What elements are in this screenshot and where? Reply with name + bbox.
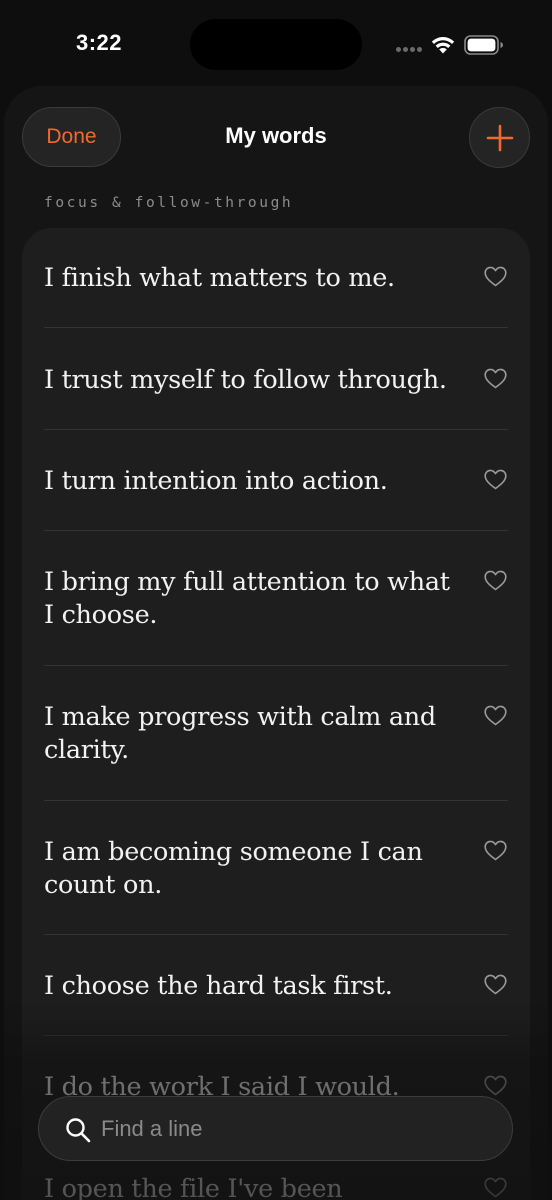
dynamic-island — [190, 19, 362, 70]
heart-icon[interactable] — [484, 469, 507, 490]
heart-icon[interactable] — [484, 266, 507, 287]
row-divider — [44, 934, 508, 935]
status-bar: 3:22 — [0, 0, 552, 88]
affirmations-list: I finish what matters to me. I trust myse… — [22, 228, 530, 1200]
search-input[interactable] — [101, 1107, 491, 1151]
affirmation-text: I bring my full attention to what I choo… — [44, 567, 450, 630]
row-divider — [44, 665, 508, 666]
affirmation-text: I turn intention into action. — [44, 466, 388, 496]
section-label: focus & follow-through — [44, 195, 294, 211]
affirmation-text: I am becoming someone I can count on. — [44, 837, 423, 900]
plus-icon — [486, 124, 513, 151]
search-icon — [66, 1118, 91, 1143]
heart-icon[interactable] — [484, 1177, 507, 1198]
wifi-icon — [431, 37, 455, 54]
row-divider — [44, 327, 508, 328]
heart-icon[interactable] — [484, 840, 507, 861]
affirmation-text: I make progress with calm and clarity. — [44, 702, 436, 765]
heart-icon[interactable] — [484, 1075, 507, 1096]
heart-icon[interactable] — [484, 705, 507, 726]
done-button[interactable]: Done — [22, 107, 121, 167]
affirmation-text: I open the file I've been avoiding. — [44, 1174, 343, 1200]
add-button[interactable] — [469, 107, 530, 168]
heart-icon[interactable] — [484, 570, 507, 591]
page-title: My words — [225, 123, 327, 148]
heart-icon[interactable] — [484, 974, 507, 995]
cellular-signal-icon — [396, 47, 424, 53]
battery-icon — [464, 35, 503, 55]
row-divider — [44, 1035, 508, 1036]
search-bar[interactable] — [38, 1096, 513, 1161]
words-sheet: Done My words focus & follow-through I f… — [4, 86, 548, 1200]
affirmation-text: I choose the hard task first. — [44, 971, 393, 1001]
status-indicators — [396, 33, 508, 57]
affirmation-text: I finish what matters to me. — [44, 263, 395, 293]
row-divider — [44, 429, 508, 430]
row-divider — [44, 530, 508, 531]
status-time: 3:22 — [76, 30, 123, 55]
heart-icon[interactable] — [484, 368, 507, 389]
row-divider — [44, 800, 508, 801]
affirmation-text: I trust myself to follow through. — [44, 365, 447, 395]
screen: 3:22 Done My words focus & follow-throug… — [0, 0, 552, 1200]
